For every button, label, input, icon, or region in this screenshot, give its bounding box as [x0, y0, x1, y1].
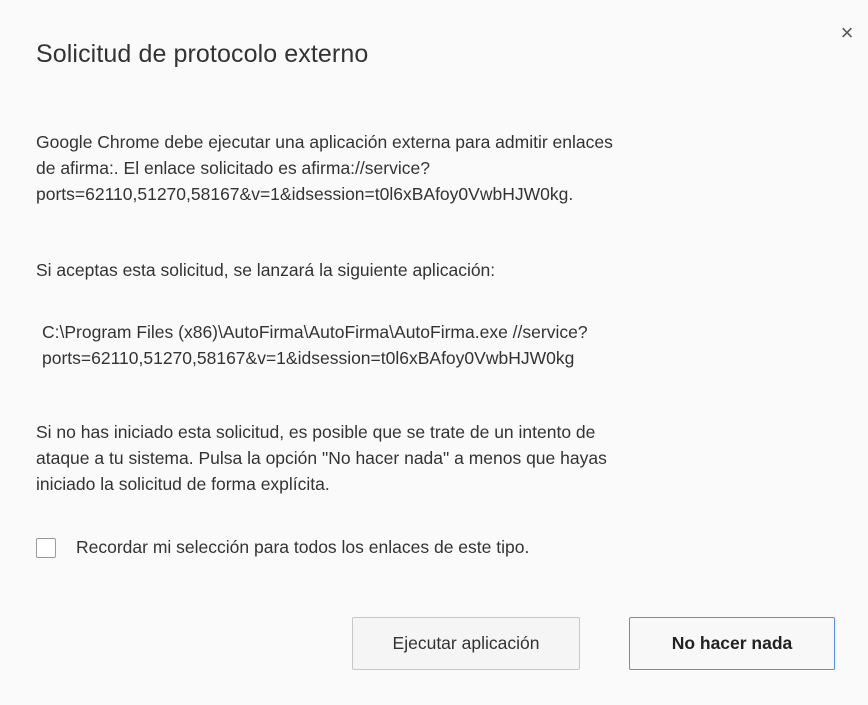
- warning-line-1: Si no has iniciado esta solicitud, es po…: [36, 422, 596, 442]
- remember-choice-checkbox[interactable]: [36, 537, 56, 558]
- warning-line-3: iniciado la solicitud de forma explícita…: [36, 474, 330, 494]
- application-command: C:\Program Files (x86)\AutoFirma\AutoFir…: [42, 319, 842, 371]
- remember-choice-row[interactable]: Recordar mi selección para todos los enl…: [36, 537, 529, 558]
- intro-line-1: Google Chrome debe ejecutar una aplicaci…: [36, 132, 613, 152]
- warning-paragraph: Si no has iniciado esta solicitud, es po…: [36, 419, 836, 497]
- execute-application-button[interactable]: Ejecutar aplicación: [352, 617, 580, 670]
- external-protocol-dialog: Solicitud de protocolo externo × Google …: [0, 0, 868, 705]
- close-icon[interactable]: ×: [836, 22, 858, 44]
- dialog-title: Solicitud de protocolo externo: [36, 40, 369, 68]
- remember-choice-label[interactable]: Recordar mi selección para todos los enl…: [76, 537, 529, 558]
- launch-notice: Si aceptas esta solicitud, se lanzará la…: [36, 260, 496, 280]
- warning-line-2: ataque a tu sistema. Pulsa la opción "No…: [36, 448, 607, 468]
- intro-paragraph: Google Chrome debe ejecutar una aplicaci…: [36, 129, 836, 207]
- do-nothing-button[interactable]: No hacer nada: [629, 617, 835, 670]
- intro-line-3: ports=62110,51270,58167&v=1&idsession=t0…: [36, 184, 574, 204]
- intro-line-2: de afirma:. El enlace solicitado es afir…: [36, 158, 430, 178]
- application-command-line-2: ports=62110,51270,58167&v=1&idsession=t0…: [42, 348, 575, 368]
- application-command-line-1: C:\Program Files (x86)\AutoFirma\AutoFir…: [42, 322, 588, 342]
